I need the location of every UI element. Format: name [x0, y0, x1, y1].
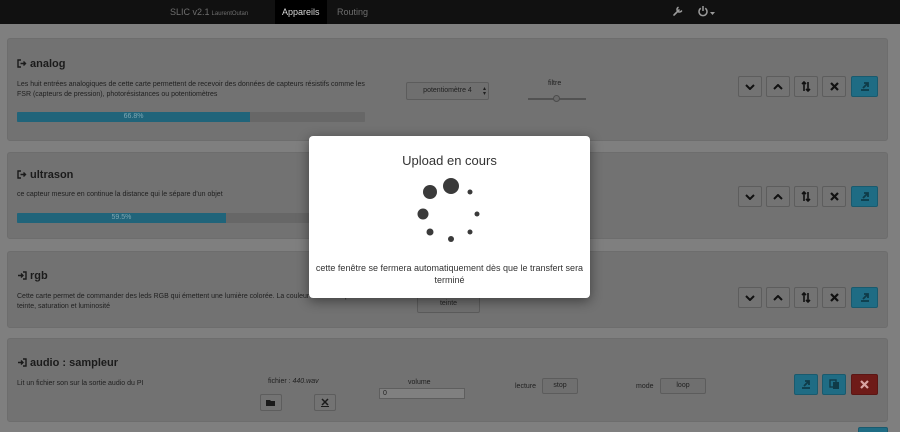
open-file-button[interactable]: [260, 394, 282, 411]
select-lecture[interactable]: stop: [542, 378, 578, 394]
move-down-button[interactable]: [738, 186, 762, 207]
move-up-button[interactable]: [766, 186, 790, 207]
clear-file-button[interactable]: [314, 394, 336, 411]
upload-modal: Upload en cours cette fenêtre se fermera…: [309, 136, 590, 298]
sort-icon: [801, 292, 811, 303]
mode-label: mode: [636, 383, 654, 390]
slider-knob-filtre[interactable]: [553, 95, 560, 102]
chevron-up-icon: [773, 294, 783, 301]
upload-button[interactable]: [851, 186, 878, 207]
sign-out-icon: [17, 59, 27, 68]
chevron-down-icon: [745, 83, 755, 90]
volume-input[interactable]: 0: [379, 388, 465, 399]
add-device-button[interactable]: [858, 427, 888, 432]
upload-button[interactable]: [794, 374, 818, 395]
move-down-button[interactable]: [738, 76, 762, 97]
progress-text-analog: 66.8%: [123, 113, 144, 120]
slider-label-filtre: filtre: [548, 80, 562, 87]
eraser-icon: [321, 398, 329, 407]
select-lecture-value: stop: [553, 382, 567, 389]
sign-in-icon: [18, 358, 27, 367]
card-title-ultrason: ultrason: [17, 169, 73, 181]
delete-button[interactable]: [822, 186, 846, 207]
card-title-audio-text: audio : sampleur: [30, 357, 119, 369]
sort-button[interactable]: [794, 76, 818, 97]
tab-appareils-label: Appareils: [282, 7, 320, 17]
lecture-label: lecture: [515, 383, 537, 390]
volume-label: volume: [408, 379, 431, 386]
close-icon: [829, 192, 839, 201]
close-icon: [860, 380, 869, 389]
close-icon: [829, 82, 839, 91]
folder-open-icon: [266, 399, 275, 406]
device-card-audio: audio : sampleur Lit un fichier son sur …: [7, 338, 888, 422]
select-caret-icon: ▴ ▾: [482, 86, 486, 97]
upload-button[interactable]: [851, 76, 878, 97]
tab-routing-label: Routing: [337, 7, 369, 17]
progress-text-ultrason: 59.5%: [111, 214, 132, 221]
wrench-icon[interactable]: [672, 5, 684, 19]
move-up-button[interactable]: [766, 76, 790, 97]
sort-button[interactable]: [794, 287, 818, 308]
top-navbar: SLIC v2.1 LaurentOutan Appareils Routing: [0, 0, 900, 24]
file-label: fichier : 440.wav: [268, 378, 319, 385]
modal-message: cette fenêtre se fermera automatiquement…: [315, 263, 584, 285]
upload-icon: [802, 380, 810, 389]
sort-icon: [801, 81, 811, 92]
move-down-button[interactable]: [738, 287, 762, 308]
card-title-rgb-text: rgb: [30, 270, 48, 282]
copy-button[interactable]: [822, 374, 846, 395]
brand-title: SLIC v2.1: [170, 7, 210, 17]
select-mode[interactable]: loop: [660, 378, 706, 394]
volume-value: 0: [383, 390, 387, 397]
sort-button[interactable]: [794, 186, 818, 207]
caret-down-icon[interactable]: [710, 9, 715, 18]
delete-button[interactable]: [822, 287, 846, 308]
upload-icon: [860, 82, 869, 91]
upload-button[interactable]: [851, 287, 878, 308]
card-desc-analog: Les huit entrées analogiques de cette ca…: [17, 81, 365, 98]
remove-button[interactable]: [851, 374, 878, 395]
file-name: 440.wav: [292, 378, 319, 385]
power-icon[interactable]: [697, 5, 709, 19]
brand-author: LaurentOutan: [211, 11, 249, 17]
card-title-analog: analog: [17, 58, 65, 70]
tab-appareils[interactable]: Appareils: [275, 0, 327, 24]
select-analog-input[interactable]: potentiomètre 4 ▴ ▾: [406, 82, 489, 100]
chevron-up-icon: [773, 83, 783, 90]
card-title-analog-text: analog: [30, 58, 66, 70]
modal-title: Upload en cours: [402, 153, 497, 168]
chevron-down-icon: [745, 294, 755, 301]
chevron-down-icon: [745, 193, 755, 200]
chevron-up-icon: [773, 193, 783, 200]
card-desc-audio: Lit un fichier son sur la sortie audio d…: [17, 380, 144, 387]
delete-button[interactable]: [822, 76, 846, 97]
copy-icon: [828, 379, 839, 389]
select-mode-value: loop: [676, 382, 690, 389]
close-icon: [829, 293, 839, 302]
upload-icon: [860, 293, 869, 302]
sign-in-icon: [18, 271, 27, 280]
select-rgb-value: teinte: [439, 300, 458, 307]
select-analog-value: potentiomètre 4: [423, 87, 472, 94]
card-title-ultrason-text: ultrason: [30, 169, 74, 181]
sort-icon: [801, 191, 811, 202]
move-up-button[interactable]: [766, 287, 790, 308]
loading-spinner-icon: [417, 178, 480, 242]
upload-icon: [860, 192, 869, 201]
tab-routing[interactable]: Routing: [330, 0, 375, 24]
card-title-rgb: rgb: [17, 270, 48, 282]
file-label-text: fichier :: [268, 378, 291, 385]
progress-bar-analog: 66.8%: [17, 112, 365, 122]
app-brand[interactable]: SLIC v2.1 LaurentOutan: [170, 7, 248, 17]
sign-out-icon: [17, 170, 27, 179]
card-title-audio: audio : sampleur: [17, 357, 118, 369]
